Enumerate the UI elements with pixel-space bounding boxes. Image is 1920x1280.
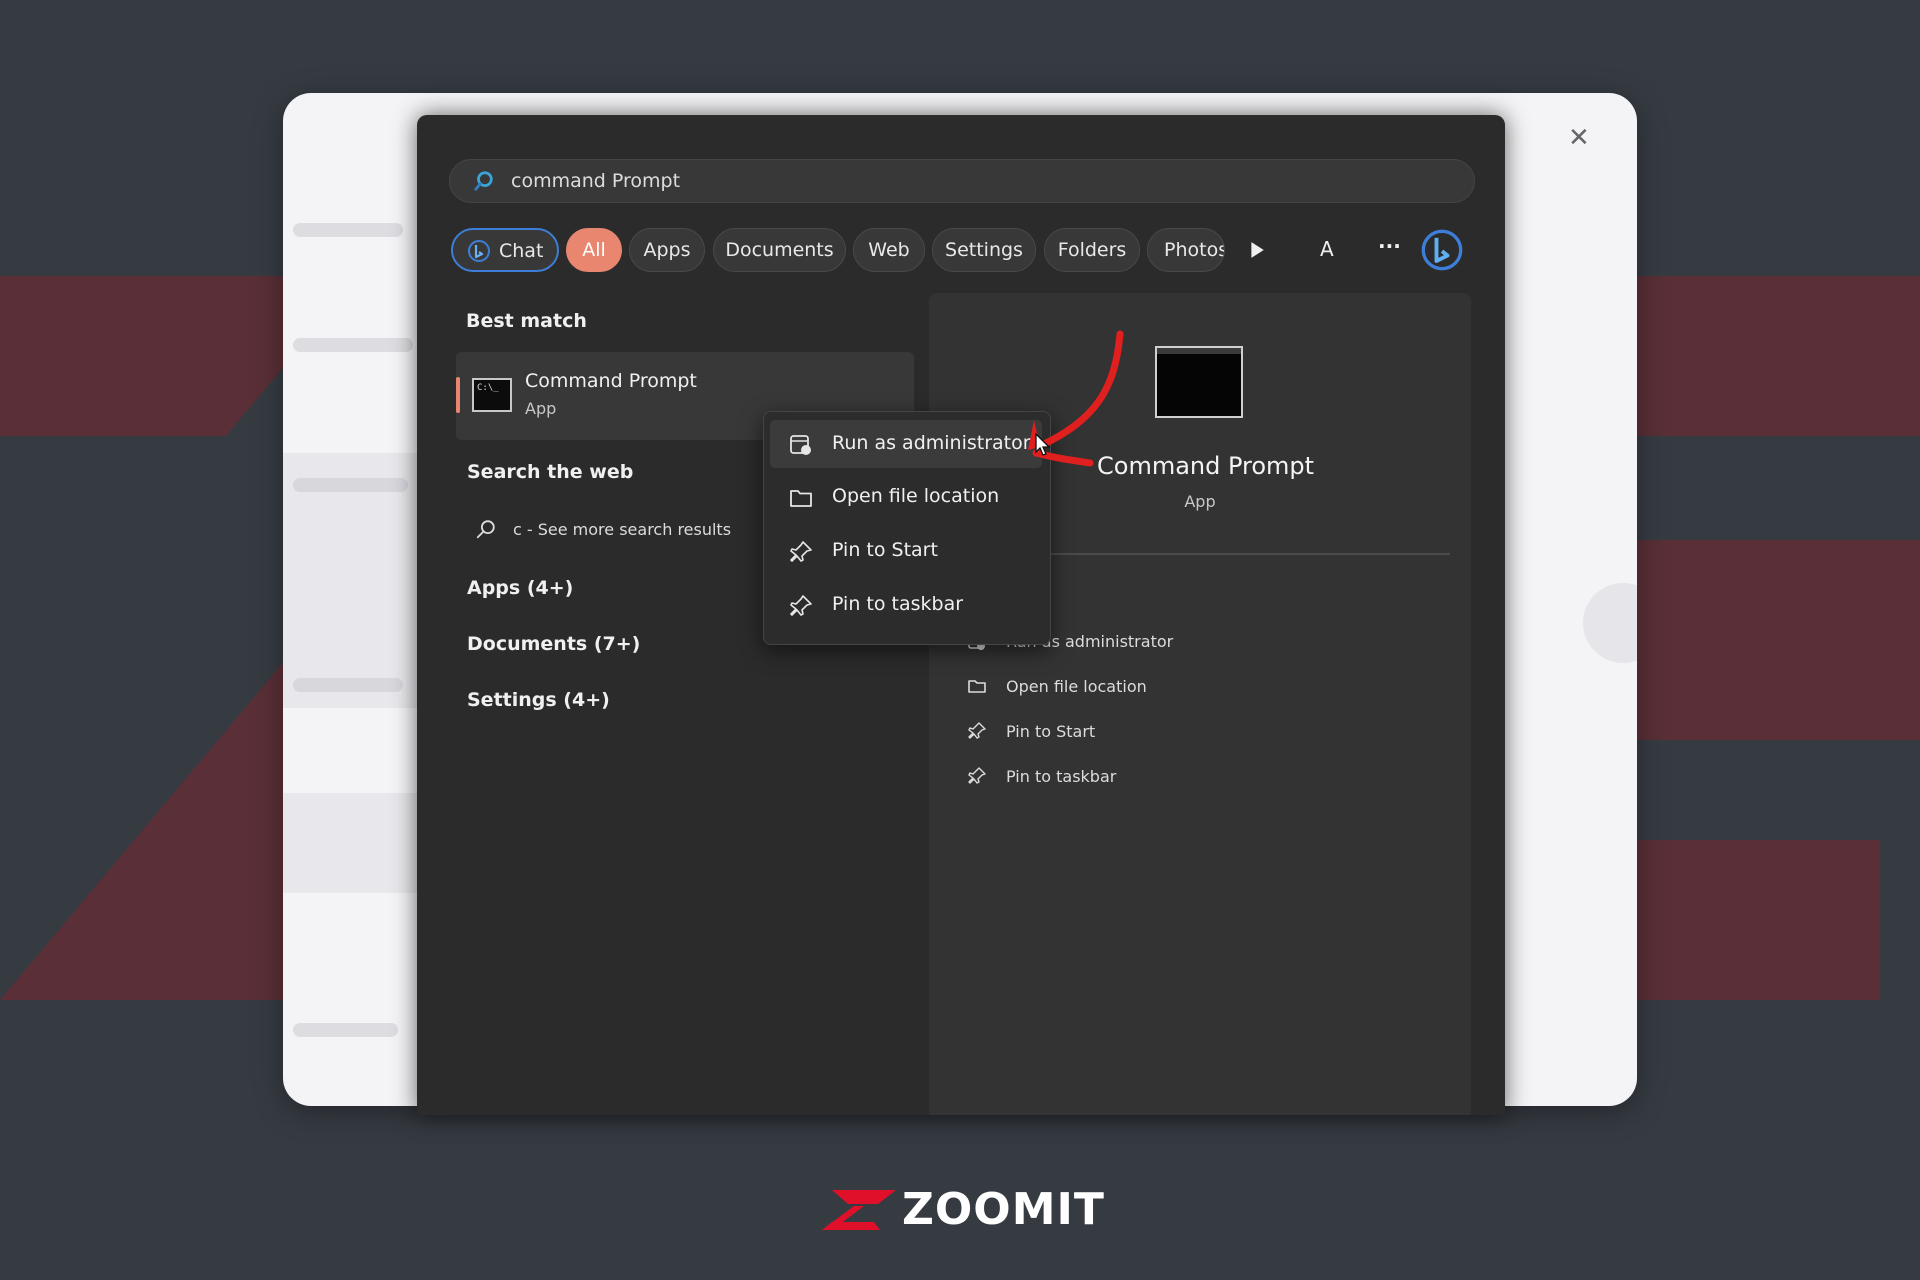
- details-subtitle: App: [1184, 492, 1216, 511]
- bing-chat-icon: [468, 240, 490, 262]
- command-prompt-large-icon: [1155, 346, 1243, 418]
- pin-icon: [968, 722, 986, 739]
- blurred-text: [293, 478, 408, 492]
- account-avatar[interactable]: A: [1320, 237, 1334, 261]
- filter-photos[interactable]: Photos: [1147, 228, 1225, 272]
- search-input[interactable]: command Prompt: [511, 170, 680, 192]
- pin-icon: [790, 595, 812, 616]
- blurred-text: [293, 678, 403, 692]
- blurred-band: [283, 793, 423, 893]
- scroll-right-icon[interactable]: [1248, 241, 1266, 259]
- context-item-label: Open file location: [832, 485, 1000, 507]
- window-titlebar: [1157, 348, 1241, 354]
- details-action-open-file-location[interactable]: Open file location: [1006, 677, 1147, 696]
- blurred-circle: [1583, 583, 1637, 663]
- folder-icon: [790, 490, 812, 507]
- details-title: Command Prompt: [1097, 452, 1315, 480]
- best-match-heading: Best match: [466, 310, 587, 332]
- pin-icon: [790, 541, 812, 562]
- group-apps[interactable]: Apps (4+): [467, 577, 573, 599]
- search-icon: [474, 171, 493, 191]
- best-match-title: Command Prompt: [525, 370, 697, 392]
- best-match-subtitle: App: [525, 399, 557, 418]
- background-shape: [1630, 540, 1920, 740]
- context-item-label: Run as administrator: [832, 432, 1031, 454]
- context-item-pin-to-taskbar[interactable]: Pin to taskbar: [770, 581, 1042, 629]
- bing-icon[interactable]: [1420, 228, 1464, 272]
- pin-icon: [968, 767, 986, 784]
- background-shape: [1630, 276, 1920, 436]
- context-item-run-as-admin[interactable]: Run as administrator: [770, 420, 1042, 468]
- context-menu: Run as administrator Open file location …: [763, 411, 1051, 645]
- close-icon: ✕: [1568, 123, 1590, 153]
- search-icon: [476, 520, 495, 539]
- icon-text: C:\_: [477, 383, 499, 393]
- filter-web[interactable]: Web: [853, 228, 925, 272]
- context-item-open-file-location[interactable]: Open file location: [770, 473, 1042, 521]
- filter-chat-label: Chat: [499, 240, 544, 262]
- details-action-pin-to-start[interactable]: Pin to Start: [1006, 722, 1095, 741]
- context-item-label: Pin to Start: [832, 539, 938, 561]
- background-shape: [1630, 840, 1880, 1000]
- group-settings[interactable]: Settings (4+): [467, 689, 610, 711]
- command-prompt-icon: C:\_: [472, 378, 512, 412]
- filter-photos-label: Photos: [1164, 239, 1225, 261]
- blurred-text: [293, 1023, 398, 1037]
- details-action-pin-to-taskbar[interactable]: Pin to taskbar: [1006, 767, 1116, 786]
- filter-all[interactable]: All: [566, 228, 622, 272]
- folder-icon: [968, 680, 986, 693]
- context-item-label: Pin to taskbar: [832, 593, 964, 615]
- zoomit-mark-icon: [822, 1190, 896, 1230]
- filter-documents[interactable]: Documents: [713, 228, 846, 272]
- search-box[interactable]: command Prompt: [449, 159, 1475, 203]
- filter-chat[interactable]: Chat: [451, 228, 559, 272]
- context-item-pin-to-start[interactable]: Pin to Start: [770, 527, 1042, 575]
- more-options-button[interactable]: ···: [1378, 234, 1401, 258]
- group-documents[interactable]: Documents (7+): [467, 633, 640, 655]
- search-web-item[interactable]: c - See more search results: [513, 520, 731, 539]
- filter-folders[interactable]: Folders: [1044, 228, 1140, 272]
- blurred-text: [293, 223, 403, 237]
- filter-apps[interactable]: Apps: [629, 228, 705, 272]
- brand-name: ZOOMIT: [902, 1184, 1105, 1235]
- mouse-cursor-icon: [1035, 433, 1051, 456]
- search-web-heading: Search the web: [467, 461, 634, 483]
- filter-settings[interactable]: Settings: [932, 228, 1036, 272]
- blurred-text: [293, 338, 413, 352]
- run-as-admin-icon: [790, 435, 811, 455]
- selection-indicator: [456, 377, 460, 413]
